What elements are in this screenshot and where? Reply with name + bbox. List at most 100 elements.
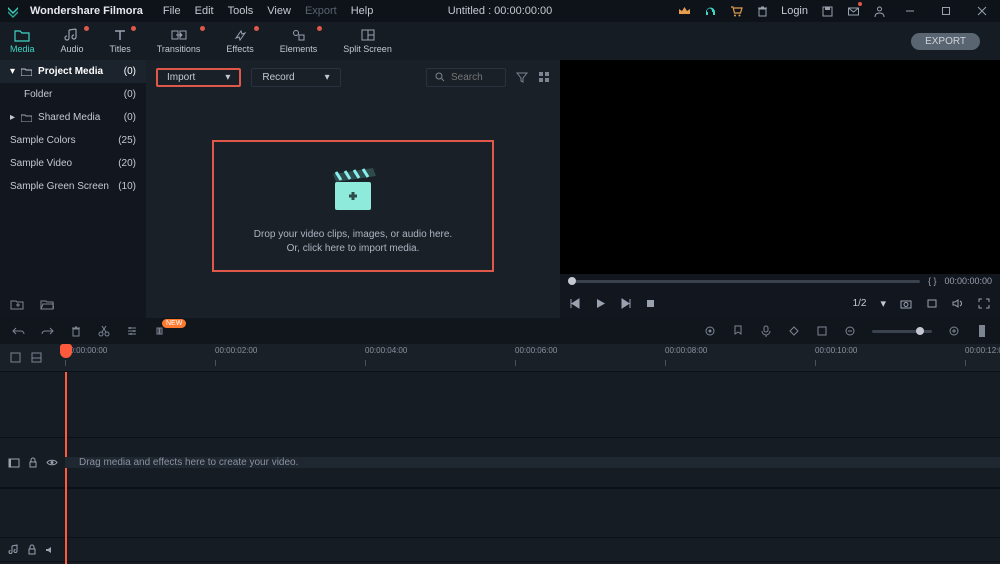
cart-icon[interactable] <box>729 4 743 18</box>
video-track-body[interactable]: Drag media and effects here to create yo… <box>65 457 1000 468</box>
menu-help[interactable]: Help <box>351 5 374 17</box>
sidebar-count: (0) <box>124 66 136 77</box>
notification-dot <box>131 26 136 31</box>
speed-label[interactable]: 1/2 <box>853 298 867 309</box>
sidebar-item-sample-colors[interactable]: Sample Colors (25) <box>0 129 146 152</box>
tab-audio[interactable]: Audio <box>61 28 84 54</box>
grid-view-icon[interactable] <box>538 71 550 83</box>
mic-icon[interactable] <box>760 325 772 337</box>
visibility-icon[interactable] <box>46 458 58 467</box>
record-label: Record <box>262 72 294 83</box>
playhead[interactable] <box>65 372 67 564</box>
search-input[interactable] <box>451 72 497 83</box>
ruler-icons <box>0 344 65 371</box>
new-folder-icon[interactable] <box>10 298 24 310</box>
folder-open-icon[interactable] <box>40 298 54 310</box>
tab-elements[interactable]: Elements <box>280 28 318 54</box>
split-icon[interactable] <box>98 325 110 337</box>
ruler-tick: 00:00:06:00 <box>515 346 557 355</box>
menu-tools[interactable]: Tools <box>228 5 254 17</box>
ruler-tick: 00:00:10:00 <box>815 346 857 355</box>
drop-box: Drop your video clips, images, or audio … <box>212 140 494 272</box>
tab-transitions[interactable]: Transitions <box>157 28 201 54</box>
undo-icon[interactable] <box>12 325 25 337</box>
marker-prev-icon[interactable] <box>926 298 938 309</box>
drop-text: Drop your video clips, images, or audio … <box>254 228 452 256</box>
volume-icon[interactable] <box>952 298 964 309</box>
preview-video <box>560 60 1000 274</box>
sidebar-item-sample-video[interactable]: Sample Video (20) <box>0 152 146 175</box>
tab-effects[interactable]: Effects <box>226 28 253 54</box>
lock-icon[interactable] <box>27 544 37 555</box>
fullscreen-icon[interactable] <box>978 298 990 309</box>
video-track: Drag media and effects here to create yo… <box>0 438 1000 488</box>
menu-edit[interactable]: Edit <box>195 5 214 17</box>
title-bar: Wondershare Filmora File Edit Tools View… <box>0 0 1000 22</box>
export-button[interactable]: EXPORT <box>911 33 980 50</box>
snapshot-icon[interactable] <box>900 298 912 309</box>
tab-titles[interactable]: Titles <box>110 28 131 54</box>
sidebar-item-folder[interactable]: Folder (0) <box>0 83 146 106</box>
next-frame-icon[interactable] <box>620 298 631 309</box>
delete-icon[interactable] <box>70 325 82 337</box>
trash-icon[interactable] <box>755 4 769 18</box>
track-hint: Drag media and effects here to create yo… <box>65 457 1000 468</box>
sidebar-item-sample-green[interactable]: Sample Green Screen (10) <box>0 175 146 198</box>
seek-thumb[interactable] <box>568 277 576 285</box>
search-box[interactable] <box>426 68 506 87</box>
menu-file[interactable]: File <box>163 5 181 17</box>
chevron-down-icon[interactable]: ▾ <box>880 297 886 310</box>
timeline-ruler: 00:00:00:0000:00:02:0000:00:04:0000:00:0… <box>0 344 1000 372</box>
lock-icon[interactable] <box>28 457 38 468</box>
sidebar-item-shared-media[interactable]: ▸Shared Media (0) <box>0 106 146 129</box>
prev-frame-icon[interactable] <box>570 298 581 309</box>
zoom-thumb[interactable] <box>916 327 924 335</box>
sidebar-label: Sample Colors <box>10 135 76 146</box>
play-icon[interactable] <box>595 298 606 309</box>
mute-icon[interactable] <box>45 545 56 555</box>
zoom-slider[interactable] <box>872 330 932 333</box>
seek-bar[interactable] <box>568 280 920 283</box>
zoom-fit-icon[interactable] <box>976 324 988 338</box>
mail-icon[interactable] <box>846 4 860 18</box>
tab-label: Split Screen <box>343 44 392 54</box>
minimize-button[interactable] <box>898 3 922 19</box>
close-button[interactable] <box>970 3 994 19</box>
crop-icon[interactable] <box>816 325 828 337</box>
record-voiceover-icon[interactable] <box>704 325 716 337</box>
save-icon[interactable] <box>820 4 834 18</box>
render-icon[interactable]: NEW <box>154 325 167 337</box>
zoom-out-icon[interactable] <box>844 325 856 337</box>
zoom-in-icon[interactable] <box>948 325 960 337</box>
sidebar-item-project-media[interactable]: ▾Project Media (0) <box>0 60 146 83</box>
login-link[interactable]: Login <box>781 5 808 17</box>
ruler-ticks[interactable]: 00:00:00:0000:00:02:0000:00:04:0000:00:0… <box>65 344 1000 371</box>
filter-icon[interactable] <box>516 71 528 83</box>
keyframe-icon[interactable] <box>788 325 800 337</box>
tab-media[interactable]: Media <box>10 28 35 54</box>
sidebar-label: Folder <box>24 89 52 100</box>
preview-controls: { } 00:00:00:00 1/2 ▾ <box>560 274 1000 318</box>
track-options2-icon[interactable] <box>31 352 42 363</box>
redo-icon[interactable] <box>41 325 54 337</box>
headset-icon[interactable] <box>703 4 717 18</box>
import-dropdown[interactable]: Import ▾ <box>156 68 241 87</box>
media-drop-zone[interactable]: Drop your video clips, images, or audio … <box>146 94 560 318</box>
user-icon[interactable] <box>872 4 886 18</box>
tab-splitscreen[interactable]: Split Screen <box>343 28 392 54</box>
menu-view[interactable]: View <box>267 5 291 17</box>
marker-icon[interactable] <box>732 325 744 337</box>
timeline-toolbar: NEW <box>0 318 1000 344</box>
record-dropdown[interactable]: Record ▾ <box>251 68 340 87</box>
track-options-icon[interactable] <box>10 352 21 363</box>
stop-icon[interactable] <box>645 298 656 309</box>
maximize-button[interactable] <box>934 3 958 19</box>
chevron-down-icon: ▾ <box>225 72 230 83</box>
crown-icon[interactable] <box>677 4 691 18</box>
video-track-head <box>0 457 65 468</box>
mid-section: ▾Project Media (0) Folder (0) ▸Shared Me… <box>0 60 1000 318</box>
adjust-icon[interactable] <box>126 325 138 337</box>
content-toolbar: Import ▾ Record ▾ <box>146 60 560 94</box>
main-toolbar: Media Audio Titles Transitions Effects E… <box>0 22 1000 60</box>
sidebar-label: Sample Green Screen <box>10 181 109 192</box>
